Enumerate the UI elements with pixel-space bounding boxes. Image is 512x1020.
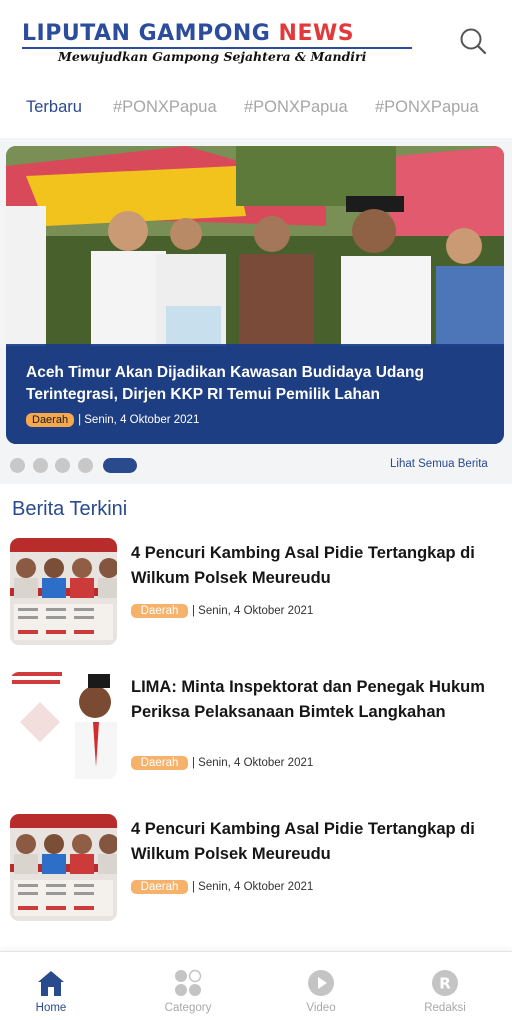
section-title: Berita Terkini <box>12 498 128 520</box>
nav-item-video[interactable]: Video <box>276 952 366 1020</box>
see-all-news-link[interactable]: Lihat Semua Berita <box>390 458 488 470</box>
search-button[interactable] <box>458 26 488 56</box>
news-thumbnail <box>10 538 117 645</box>
nav-label: Home <box>35 1002 67 1014</box>
nav-label: Video <box>306 1002 336 1014</box>
svg-text:R: R <box>439 975 451 993</box>
news-date: | Senin, 4 Oktober 2021 <box>192 757 314 769</box>
tab-terbaru[interactable]: Terbaru <box>26 98 82 117</box>
news-title[interactable]: 4 Pencuri Kambing Asal Pidie Tertangkap … <box>131 541 501 591</box>
news-date: | Senin, 4 Oktober 2021 <box>192 605 314 617</box>
list-item[interactable]: 4 Pencuri Kambing Asal Pidie Tertangkap … <box>0 814 512 922</box>
news-meta: Daerah | Senin, 4 Oktober 2021 <box>131 880 313 894</box>
category-badge[interactable]: Daerah <box>26 413 75 427</box>
tab-ponxpapua[interactable]: #PONXPapua <box>113 98 217 117</box>
news-thumbnail <box>10 672 117 779</box>
carousel-dot[interactable] <box>10 457 25 473</box>
carousel-dot[interactable] <box>77 457 93 473</box>
tab-ponxpapua[interactable]: #PONXPapua <box>244 98 348 117</box>
news-date: | Senin, 4 Oktober 2021 <box>192 881 314 893</box>
play-icon <box>308 970 334 996</box>
search-icon <box>460 28 487 55</box>
nav-item-home[interactable]: Home <box>6 952 96 1020</box>
headline-card[interactable]: Aceh Timur Akan Dijadikan Kawasan Budida… <box>6 146 504 444</box>
carousel-indicators <box>10 457 145 473</box>
carousel-dot[interactable] <box>55 457 70 473</box>
category-badge[interactable]: Daerah <box>131 756 188 770</box>
news-meta: Daerah | Senin, 4 Oktober 2021 <box>131 756 313 770</box>
redaksi-icon: R <box>432 970 458 996</box>
bottom-navigation: Home Category Video R Redaksi <box>0 951 512 1020</box>
nav-label: Category <box>164 1002 212 1014</box>
nav-item-redaksi[interactable]: R Redaksi <box>400 952 490 1020</box>
news-title[interactable]: 4 Pencuri Kambing Asal Pidie Tertangkap … <box>131 817 501 867</box>
news-meta: Daerah | Senin, 4 Oktober 2021 <box>131 604 313 618</box>
site-logo[interactable]: LIPUTAN GAMPONG NEWS Mewujudkan Gampong … <box>22 22 414 66</box>
list-item[interactable]: LIMA: Minta Inspektorat dan Penegak Huku… <box>0 672 512 780</box>
headline-meta: Daerah | Senin, 4 Oktober 2021 <box>26 413 199 427</box>
category-badge[interactable]: Daerah <box>131 880 188 894</box>
topic-tabs: Terbaru #PONXPapua #PONXPapua #PONXPapua <box>0 86 512 130</box>
app-header: LIPUTAN GAMPONG NEWS Mewujudkan Gampong … <box>0 0 512 80</box>
logo-title: LIPUTAN GAMPONG NEWS <box>22 21 355 46</box>
headline-caption: Aceh Timur Akan Dijadikan Kawasan Budida… <box>6 344 504 444</box>
headline-date: | Senin, 4 Oktober 2021 <box>78 414 200 426</box>
carousel-dot-active[interactable] <box>103 457 137 473</box>
headline-title[interactable]: Aceh Timur Akan Dijadikan Kawasan Budida… <box>26 362 486 406</box>
tab-ponxpapua[interactable]: #PONXPapua <box>375 98 479 117</box>
headline-photo <box>6 146 504 346</box>
carousel-dot[interactable] <box>32 457 48 473</box>
nav-label: Redaksi <box>424 1002 466 1014</box>
list-item[interactable]: 4 Pencuri Kambing Asal Pidie Tertangkap … <box>0 538 512 646</box>
category-icon <box>175 969 202 996</box>
news-thumbnail <box>10 814 117 921</box>
home-icon <box>38 971 64 996</box>
logo-tagline: Mewujudkan Gampong Sejahtera & Mandiri <box>58 49 367 64</box>
news-title[interactable]: LIMA: Minta Inspektorat dan Penegak Huku… <box>131 675 501 725</box>
category-badge[interactable]: Daerah <box>131 604 188 618</box>
nav-item-category[interactable]: Category <box>143 952 233 1020</box>
